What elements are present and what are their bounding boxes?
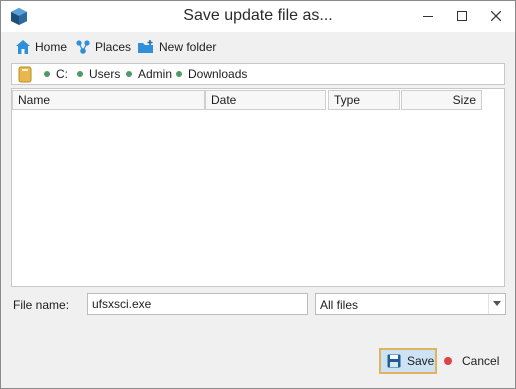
column-header-name[interactable]: Name <box>12 90 205 110</box>
minimize-icon <box>423 16 433 17</box>
file-type-select[interactable]: All files <box>315 293 506 315</box>
new-folder-icon <box>138 40 153 53</box>
close-icon <box>491 11 501 21</box>
button-bar <box>2 343 514 388</box>
save-button[interactable]: Save <box>379 348 437 374</box>
file-name-input[interactable] <box>87 293 308 315</box>
column-header-date[interactable]: Date <box>205 90 326 110</box>
breadcrumb-dot-icon <box>126 71 132 77</box>
maximize-icon <box>457 11 467 21</box>
places-label: Places <box>95 40 132 54</box>
breadcrumb-label: Downloads <box>188 67 248 81</box>
breadcrumb-item-users[interactable]: Users <box>77 67 120 81</box>
save-label: Save <box>407 354 435 368</box>
save-dialog: Save update file as... Home Places New f… <box>0 0 516 389</box>
home-icon <box>16 40 30 54</box>
toolbar: Home Places New folder <box>2 32 514 61</box>
dropdown-arrow-icon[interactable] <box>488 294 505 314</box>
home-button[interactable]: Home <box>15 38 67 56</box>
home-label: Home <box>35 40 68 54</box>
column-header-type[interactable]: Type <box>328 90 400 110</box>
maximize-button[interactable] <box>445 1 479 31</box>
title-bar: Save update file as... <box>1 1 515 32</box>
save-icon <box>387 354 401 368</box>
places-button[interactable]: Places <box>75 38 131 56</box>
breadcrumb-label: C: <box>56 67 68 81</box>
new-folder-label: New folder <box>159 40 217 54</box>
breadcrumb-dot-icon <box>176 71 182 77</box>
breadcrumb-dot-icon <box>77 71 83 77</box>
new-folder-button[interactable]: New folder <box>137 38 216 56</box>
file-name-label: File name: <box>13 298 70 312</box>
cancel-button[interactable]: Cancel <box>444 351 499 371</box>
column-header-size[interactable]: Size <box>401 90 482 110</box>
breadcrumb-label: Users <box>89 67 121 81</box>
drive-icon <box>18 66 32 83</box>
breadcrumb-item-downloads[interactable]: Downloads <box>176 67 247 81</box>
places-icon <box>76 40 90 54</box>
breadcrumb: C: Users Admin Downloads <box>11 63 505 85</box>
minimize-button[interactable] <box>411 1 445 31</box>
breadcrumb-label: Admin <box>138 67 173 81</box>
file-list[interactable]: Name Date Type Size <box>11 88 505 287</box>
breadcrumb-item-c[interactable]: C: <box>44 67 68 81</box>
cancel-label: Cancel <box>462 354 500 368</box>
file-type-value: All files <box>320 298 359 312</box>
breadcrumb-dot-icon <box>44 71 50 77</box>
breadcrumb-item-admin[interactable]: Admin <box>126 67 172 81</box>
cancel-dot-icon <box>444 357 452 365</box>
close-button[interactable] <box>479 1 513 31</box>
